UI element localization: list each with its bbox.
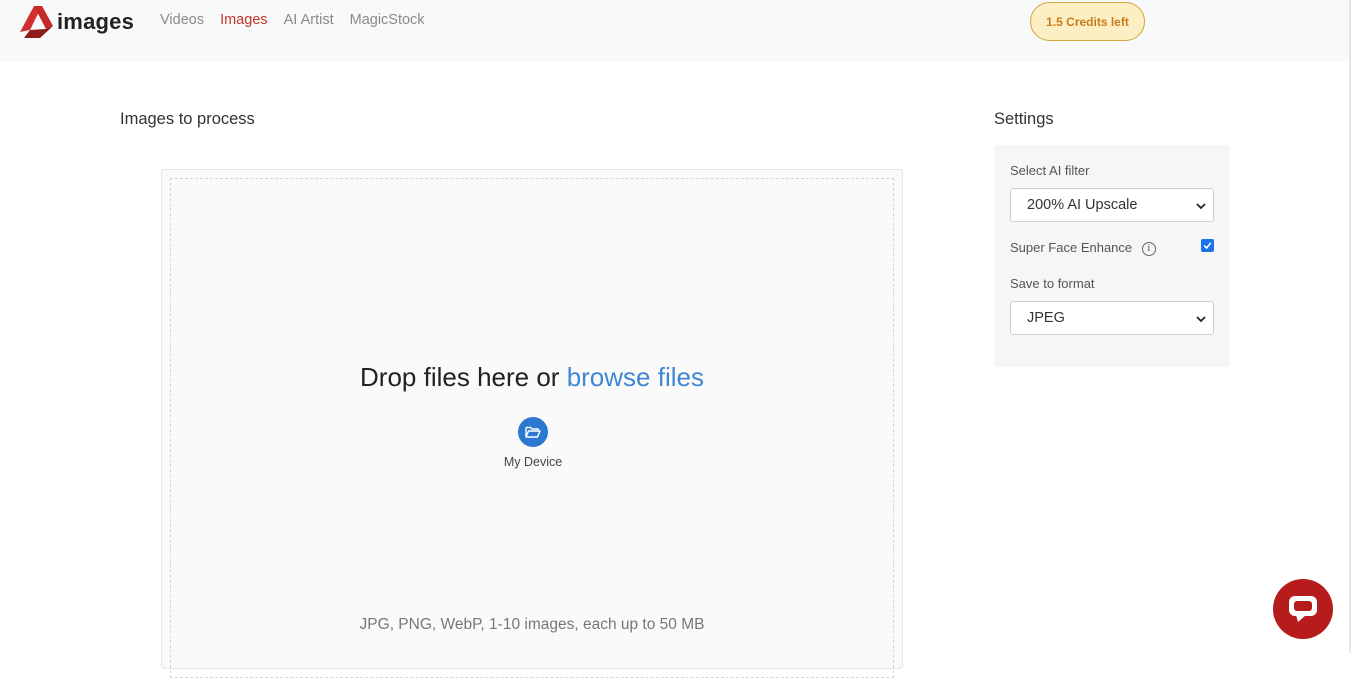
- main-nav: Videos Images AI Artist MagicStock: [160, 12, 425, 28]
- ai-filter-select[interactable]: 200% AI Upscale: [1010, 188, 1214, 222]
- settings-panel: Select AI filter 200% AI Upscale Super F…: [994, 145, 1230, 367]
- format-select[interactable]: JPEG: [1010, 301, 1214, 335]
- file-type-hint: JPG, PNG, WebP, 1-10 images, each up to …: [359, 616, 705, 633]
- dropzone-dashed-area[interactable]: Drop files here or browse files My Devic…: [170, 178, 894, 678]
- ai-filter-value: 200% AI Upscale: [1027, 197, 1138, 213]
- credits-button[interactable]: 1.5 Credits left: [1030, 2, 1145, 41]
- chat-bubble-icon: [1289, 596, 1317, 622]
- brand-name: images: [57, 9, 135, 34]
- nav-videos[interactable]: Videos: [160, 12, 204, 28]
- drop-text: Drop files here or: [360, 362, 560, 392]
- brand-a-icon: [20, 6, 53, 38]
- upload-section-title: Images to process: [120, 110, 255, 128]
- info-icon[interactable]: i: [1141, 241, 1156, 256]
- my-device-label: My Device: [503, 455, 563, 469]
- checkmark-icon: [1203, 242, 1212, 250]
- drop-prompt: Drop files here or browse files: [171, 362, 893, 393]
- filter-label: Select AI filter: [1010, 163, 1090, 178]
- nav-images[interactable]: Images: [220, 12, 268, 28]
- format-label: Save to format: [1010, 276, 1095, 291]
- face-enhance-row: Super Face Enhance i: [1010, 240, 1156, 256]
- chat-button[interactable]: [1273, 579, 1333, 639]
- upload-dropzone[interactable]: Drop files here or browse files My Devic…: [161, 169, 903, 678]
- chevron-down-icon: [1196, 316, 1206, 323]
- chevron-down-icon: [1196, 203, 1206, 210]
- settings-title: Settings: [994, 110, 1054, 128]
- face-enhance-checkbox[interactable]: [1201, 239, 1214, 252]
- brand-logo[interactable]: images: [20, 6, 134, 38]
- device-circle: [518, 417, 548, 447]
- my-device-button[interactable]: My Device: [491, 417, 575, 475]
- folder-open-icon: [525, 426, 541, 438]
- format-value: JPEG: [1027, 310, 1065, 326]
- nav-ai-artist[interactable]: AI Artist: [284, 12, 334, 28]
- browse-files-link[interactable]: browse files: [567, 362, 704, 392]
- top-navbar: images Videos Images AI Artist MagicStoc…: [0, 0, 1351, 62]
- nav-magicstock[interactable]: MagicStock: [350, 12, 425, 28]
- face-enhance-label: Super Face Enhance: [1010, 240, 1133, 255]
